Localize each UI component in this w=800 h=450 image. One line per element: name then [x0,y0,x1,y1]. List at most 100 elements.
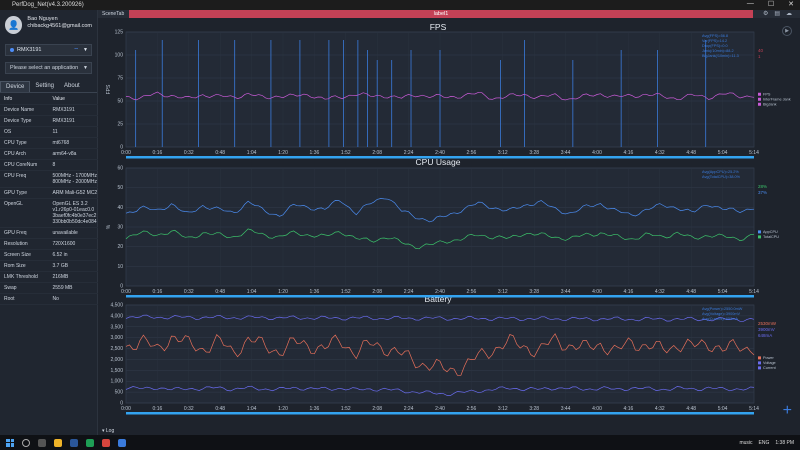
perfdog-icon[interactable] [118,438,126,447]
y-tick-label: 500 [115,390,124,396]
x-tick-label: 5:14 [749,150,759,156]
table-row: Resolution 720X1600 [0,239,98,250]
table-row: CPU CoreNum 8 [0,160,98,171]
info-key: Screen Size [4,252,31,258]
x-tick-label: 4:16 [624,150,634,156]
x-tick-label: 4:48 [686,289,696,295]
x-tick-label: 3:28 [529,289,539,295]
stats-line: Avg(AppCPU)=25.2% [702,170,739,174]
x-tick-label: 0:32 [184,406,194,412]
app-icon[interactable] [102,438,110,447]
table-row: CPU Freq 500MHz - 1700MHz 800MHz - 2000MH… [0,171,98,188]
x-tick-label: 0:00 [121,150,131,156]
x-tick-label: 5:04 [718,150,728,156]
x-tick-label: 5:14 [749,406,759,412]
x-tick-label: 0:16 [153,406,163,412]
x-tick-label: 4:32 [655,289,665,295]
stats-line: Avg(Voltage)=3900mV [702,312,740,316]
user-name: Bao Nguyen [27,16,58,22]
info-key: GPU Freq [4,230,27,236]
x-tick-label: 4:48 [686,406,696,412]
x-tick-label: 3:44 [561,150,571,156]
app-select[interactable]: Please select an application ▼ [5,62,92,74]
info-value: No [52,296,59,302]
tray-music[interactable]: music [739,440,752,446]
task-view-icon[interactable] [38,438,46,447]
windows-start-icon[interactable] [6,438,14,447]
info-key: Resolution [4,241,28,247]
tray-clock[interactable]: 1:38 PM [775,440,794,446]
tab-setting[interactable]: Setting [30,81,59,92]
x-tick-label: 4:00 [592,289,602,295]
tab-device[interactable]: Device [0,81,31,92]
stats-line: BigJank(/10min)=11.3 [702,54,739,58]
tray-lang[interactable]: ENG [759,440,770,446]
close-button[interactable]: ✕ [788,0,794,8]
y-tick-label: 30 [117,225,123,231]
x-tick-label: 3:28 [529,150,539,156]
chevron-down-icon: ▼ [83,47,88,53]
info-key: CPU Type [4,140,27,146]
charts-canvas: 02550751001250:00 0:16 0:32 0:48 1:04 1:20 1:3… [106,30,791,415]
y-tick-label: 50 [117,99,123,105]
legend-entry: FPS [763,92,771,96]
x-tick-label: 0:32 [184,150,194,156]
time-scrollbar [126,412,754,415]
stats-line: Drop(FPS)=0.0 [702,44,728,48]
x-tick-label: 4:16 [624,406,634,412]
search-icon[interactable] [22,438,30,447]
time-scrollbar [126,295,754,298]
device-select[interactable]: RMX3191 ⌔ ▼ [5,44,92,56]
table-row: Rom Size 3.7 GB [0,261,98,272]
store-icon[interactable] [70,438,78,447]
table-header: Info Value [0,94,98,105]
info-key: LMK Threshold [4,274,38,280]
x-tick-label: 3:12 [498,150,508,156]
y-tick-label: 1,000 [110,379,123,385]
avatar[interactable]: 👤 [5,16,23,34]
legend-swatch [758,102,761,106]
taskbar: music ENG 1:38 PM [0,435,800,450]
y-tick-label: 4,000 [110,313,123,319]
legend-entry: Current [763,366,777,370]
stats-line: Avg(FPS)=56.8 [702,34,728,38]
info-value: mt6768 [52,140,70,146]
info-key: OpenGL [4,201,23,207]
table-row: Swap 2559 MB [0,283,98,294]
x-tick-label: 2:24 [404,150,414,156]
current-value: 1 [758,54,761,59]
minimize-button[interactable]: — [747,0,754,8]
info-value: 500MHz - 1700MHz 800MHz - 2000MHz [52,173,97,185]
stats-line: Jank(/10min)=88.2 [702,49,734,53]
window-title: PerfDog_Net(v4.3.200926) [12,2,84,8]
table-row: Device Type RMX3191 [0,116,98,127]
header-info: Info [4,96,13,102]
file-explorer-icon[interactable] [54,438,62,447]
x-tick-label: 1:36 [310,289,320,295]
x-tick-label: 4:16 [624,289,634,295]
info-key: Root [4,296,15,302]
x-tick-label: 5:14 [749,289,759,295]
excel-icon[interactable] [86,438,94,447]
table-row: Device Name RMX3191 [0,105,98,116]
add-icon[interactable]: + [783,403,792,419]
log-tab[interactable]: ▾ Log [102,427,114,435]
x-tick-label: 3:12 [498,289,508,295]
y-tick-label: 3,500 [110,324,123,330]
info-key: Device Name [4,107,35,113]
legend-swatch [758,356,761,360]
x-tick-label: 3:12 [498,406,508,412]
table-row: Root No [0,294,98,305]
info-value: 8 [52,162,56,168]
table-row: LMK Threshold 216MB [0,272,98,283]
device-info-table: Info Value Device Name RMX3191 Device Type… [0,94,98,305]
x-tick-label: 5:04 [718,406,728,412]
legend-swatch [758,366,761,370]
y-tick-label: 4,500 [110,303,123,309]
x-tick-label: 4:32 [655,406,665,412]
x-tick-label: 1:52 [341,406,351,412]
tab-about[interactable]: About [59,81,85,92]
y-tick-label: 1,500 [110,368,123,374]
maximize-button[interactable]: ☐ [768,0,774,8]
x-tick-label: 1:04 [247,150,257,156]
